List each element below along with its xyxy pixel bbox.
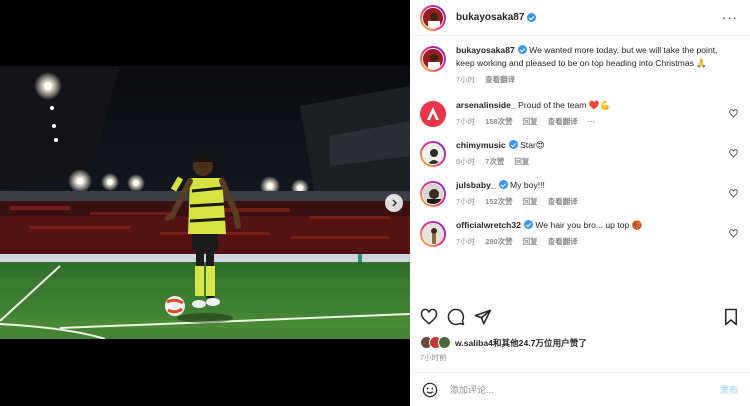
like-heart-icon[interactable] <box>420 308 438 326</box>
comment-content: We hair you bro... up top 🏀 <box>535 220 643 230</box>
post-header: bukayosaka87 ··· <box>410 0 750 36</box>
comment-avatar[interactable] <box>420 101 446 127</box>
reply-button[interactable]: 回复 <box>523 236 538 247</box>
media-panel <box>0 0 410 406</box>
heart-icon[interactable] <box>729 149 738 158</box>
comment-likes[interactable]: 7次赞 <box>485 156 504 167</box>
comment-time[interactable]: 7小时 <box>456 116 475 127</box>
translate-link[interactable]: 查看翻译 <box>548 116 578 127</box>
reply-button[interactable]: 回复 <box>514 156 529 167</box>
comment-composer: 发布 <box>410 372 750 406</box>
comment-meta: 7小时 158次赞 回复 查看翻译 ··· <box>456 116 720 127</box>
comment-time[interactable]: 7小时 <box>456 236 475 247</box>
caption-time[interactable]: 7小时 <box>456 74 475 85</box>
comment-content: My boy!!! <box>510 180 545 190</box>
comment-username[interactable]: arsenalinside_ <box>456 100 516 110</box>
verified-icon <box>517 45 527 54</box>
caption-row: bukayosaka87 We wanted more today, but w… <box>420 44 740 85</box>
reply-button[interactable]: 回复 <box>523 116 538 127</box>
liker-avatars[interactable] <box>420 336 451 349</box>
post-photo[interactable] <box>0 66 410 339</box>
post-timestamp[interactable]: 7小时前 <box>420 352 447 363</box>
comment-username[interactable]: julsbaby_ <box>456 180 496 190</box>
author-username[interactable]: bukayosaka87 <box>456 12 524 23</box>
next-photo-button[interactable] <box>385 194 403 212</box>
heart-icon[interactable] <box>729 109 738 118</box>
heart-icon[interactable] <box>729 229 738 238</box>
comment-username[interactable]: officialwretch32 <box>456 220 521 230</box>
comment-text: arsenalinside_ Proud of the team ❤️💪 <box>456 99 720 112</box>
translate-link[interactable]: 查看翻译 <box>485 74 515 85</box>
comment-likes[interactable]: 290次赞 <box>485 236 513 247</box>
comment-text: julsbaby_ My boy!!! <box>456 179 720 192</box>
share-send-icon[interactable] <box>474 308 492 326</box>
caption-avatar-image <box>423 49 443 69</box>
comment-body: arsenalinside_ Proud of the team ❤️💪 7小时… <box>456 99 740 127</box>
caption-meta: 7小时 查看翻译 <box>456 74 720 85</box>
comment-content: Star😍 <box>520 140 545 150</box>
comment-content: Proud of the team ❤️💪 <box>518 100 611 110</box>
comment-body: julsbaby_ My boy!!! 7小时 152次赞 回复 查看翻译 <box>456 179 740 207</box>
verified-icon <box>527 13 537 22</box>
comment-time[interactable]: 6小时 <box>456 156 475 167</box>
caption-text: bukayosaka87 We wanted more today, but w… <box>456 44 720 70</box>
comment-row: arsenalinside_ Proud of the team ❤️💪 7小时… <box>420 99 740 127</box>
comment-text: officialwretch32 We hair you bro... up t… <box>456 219 720 232</box>
verified-icon <box>498 180 508 189</box>
bookmark-save-icon[interactable] <box>722 308 740 326</box>
comment-username[interactable]: chimymusic <box>456 140 506 150</box>
comment-avatar[interactable] <box>420 221 446 247</box>
likes-summary: w.saliba4和其他24.7万位用户赞了 <box>420 336 740 349</box>
caption-username[interactable]: bukayosaka87 <box>456 45 515 55</box>
verified-icon <box>508 140 518 149</box>
emoji-picker-icon[interactable] <box>422 382 438 398</box>
comments-list: bukayosaka87 We wanted more today, but w… <box>410 36 750 296</box>
likes-count-text[interactable]: w.saliba4和其他24.7万位用户赞了 <box>455 337 587 349</box>
chevron-right-icon <box>392 199 397 207</box>
post-action-bar <box>420 305 740 329</box>
comment-avatar[interactable] <box>420 181 446 207</box>
comment-body: officialwretch32 We hair you bro... up t… <box>456 219 740 247</box>
comment-meta: 6小时 7次赞 回复 <box>456 156 720 167</box>
stadium-photo <box>0 66 410 339</box>
comment-row: chimymusic Star😍 6小时 7次赞 回复 <box>420 139 740 167</box>
comment-row: officialwretch32 We hair you bro... up t… <box>420 219 740 247</box>
julsbaby-avatar-image <box>423 184 443 204</box>
comment-text: chimymusic Star😍 <box>456 139 720 152</box>
comment-meta: 7小时 290次赞 回复 查看翻译 <box>456 236 720 247</box>
comment-avatar[interactable] <box>420 141 446 167</box>
comment-likes[interactable]: 152次赞 <box>485 196 513 207</box>
comment-body: chimymusic Star😍 6小时 7次赞 回复 <box>456 139 740 167</box>
heart-icon[interactable] <box>729 189 738 198</box>
comment-time[interactable]: 7小时 <box>456 196 475 207</box>
comment-likes[interactable]: 158次赞 <box>485 116 513 127</box>
caption-avatar[interactable] <box>420 46 446 72</box>
chimy-avatar-image <box>423 144 443 164</box>
comment-input[interactable] <box>450 384 720 395</box>
translate-link[interactable]: 查看翻译 <box>548 236 578 247</box>
post-panel: bukayosaka87 ··· bukayosaka87 We wanted … <box>410 0 750 406</box>
more-options-icon[interactable]: ··· <box>722 10 738 25</box>
comment-row: julsbaby_ My boy!!! 7小时 152次赞 回复 查看翻译 <box>420 179 740 207</box>
caption-body: bukayosaka87 We wanted more today, but w… <box>456 44 740 85</box>
reply-button[interactable]: 回复 <box>523 196 538 207</box>
author-avatar-image <box>423 7 443 28</box>
arsenal-logo-icon <box>420 101 446 127</box>
author-avatar[interactable] <box>420 4 446 31</box>
comment-more-icon[interactable]: ··· <box>588 117 596 126</box>
comment-meta: 7小时 152次赞 回复 查看翻译 <box>456 196 720 207</box>
liker-avatar <box>438 336 451 349</box>
post-comment-button[interactable]: 发布 <box>720 383 738 396</box>
verified-icon <box>523 220 533 229</box>
translate-link[interactable]: 查看翻译 <box>548 196 578 207</box>
comment-bubble-icon[interactable] <box>447 308 465 326</box>
wretch-avatar-image <box>423 224 443 244</box>
